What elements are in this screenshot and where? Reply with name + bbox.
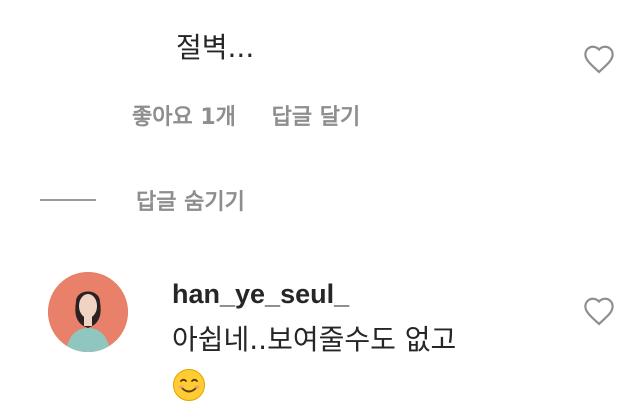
comment-text: 절벽... (176, 31, 255, 64)
hide-replies-label: 답글 숨기기 (136, 190, 245, 215)
heart-outline-icon (584, 45, 614, 74)
divider-line (40, 199, 96, 201)
smiling-face-emoji-icon (172, 368, 206, 402)
hide-replies-toggle[interactable]: 답글 숨기기 (40, 182, 245, 218)
reply-like-heart-icon[interactable] (582, 296, 616, 326)
reply-username[interactable]: han_ye_seul_ (172, 276, 349, 312)
likes-count[interactable]: 좋아요 1개 (132, 105, 236, 130)
heart-outline-icon (584, 297, 614, 326)
reply-button[interactable]: 답글 달기 (272, 105, 361, 130)
avatar-image (48, 272, 128, 352)
like-heart-icon[interactable] (582, 44, 616, 74)
comment-meta-row: 좋아요 1개 답글 달기 (132, 102, 360, 134)
avatar[interactable] (48, 272, 128, 352)
reply-text: 아쉽네..보여줄수도 없고 (172, 323, 457, 356)
